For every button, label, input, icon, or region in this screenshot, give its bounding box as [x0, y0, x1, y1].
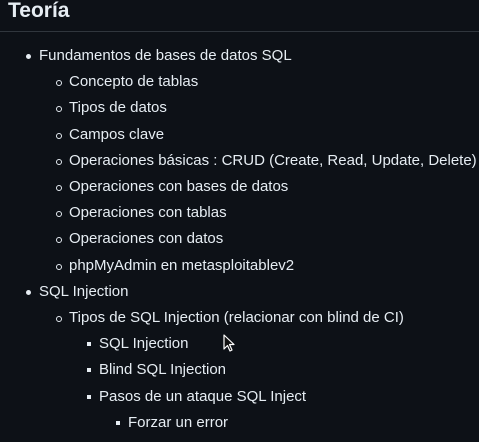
- circle-bullet-icon: [56, 237, 62, 243]
- circle-bullet-icon: [56, 80, 62, 86]
- list-item-label: SQL Injection: [99, 335, 189, 352]
- sub-list-item: Concepto de tablas: [56, 73, 199, 91]
- list-item-label: Forzar un error: [128, 414, 229, 431]
- list-item-label: SQL Injection: [39, 283, 129, 300]
- sub-list-item: phpMyAdmin en metasploitablev2: [56, 257, 295, 275]
- list-item-label: Operaciones básicas : CRUD (Create, Read…: [69, 152, 477, 169]
- square-bullet-icon: [87, 368, 91, 372]
- circle-bullet-icon: [56, 211, 62, 217]
- sub-list-item: Operaciones con bases de datos: [56, 178, 289, 196]
- heading-divider: [0, 31, 479, 32]
- circle-bullet-icon: [56, 106, 62, 112]
- sub-sub-list-item: SQL Injection: [87, 335, 189, 353]
- list-item-label: Operaciones con tablas: [69, 204, 227, 221]
- sub-sub-list-item: Pasos de un ataque SQL Inject: [87, 388, 307, 406]
- sub-sub-list-item: Blind SQL Injection: [87, 361, 227, 379]
- circle-bullet-icon: [56, 159, 62, 165]
- sub-sub-sub-list-item: Forzar un error: [116, 414, 229, 432]
- list-item: Fundamentos de bases de datos SQL: [26, 47, 292, 65]
- square-bullet-icon: [116, 421, 120, 425]
- square-bullet-icon: [87, 342, 91, 346]
- sub-list-item: Operaciones con tablas: [56, 204, 227, 222]
- circle-bullet-icon: [56, 264, 62, 270]
- circle-bullet-icon: [56, 316, 62, 322]
- list-item-label: phpMyAdmin en metasploitablev2: [69, 257, 295, 274]
- list-item-label: Campos clave: [69, 126, 165, 143]
- disc-bullet-icon: [26, 290, 31, 295]
- list-item-label: Concepto de tablas: [69, 73, 199, 90]
- sub-list-item: Operaciones básicas : CRUD (Create, Read…: [56, 152, 477, 170]
- sub-list-item: Tipos de datos: [56, 99, 167, 117]
- list-item-label: Pasos de un ataque SQL Inject: [99, 388, 307, 405]
- sub-list-item: Tipos de SQL Injection (relacionar con b…: [56, 309, 404, 327]
- square-bullet-icon: [87, 395, 91, 399]
- circle-bullet-icon: [56, 133, 62, 139]
- mouse-pointer-icon: [223, 334, 235, 352]
- list-item-label: Blind SQL Injection: [99, 361, 227, 378]
- list-item-label: Tipos de datos: [69, 99, 167, 116]
- list-item-label: Operaciones con datos: [69, 230, 224, 247]
- disc-bullet-icon: [26, 54, 31, 59]
- sub-list-item: Operaciones con datos: [56, 230, 224, 248]
- section-heading: Teoría: [8, 0, 70, 22]
- circle-bullet-icon: [56, 185, 62, 191]
- list-item-label: Operaciones con bases de datos: [69, 178, 289, 195]
- list-item: SQL Injection: [26, 283, 129, 301]
- list-item-label: Fundamentos de bases de datos SQL: [39, 47, 292, 64]
- sub-list-item: Campos clave: [56, 126, 165, 144]
- list-item-label: Tipos de SQL Injection (relacionar con b…: [69, 309, 404, 326]
- markdown-page: Teoría Fundamentos de bases de datos SQL…: [0, 0, 479, 442]
